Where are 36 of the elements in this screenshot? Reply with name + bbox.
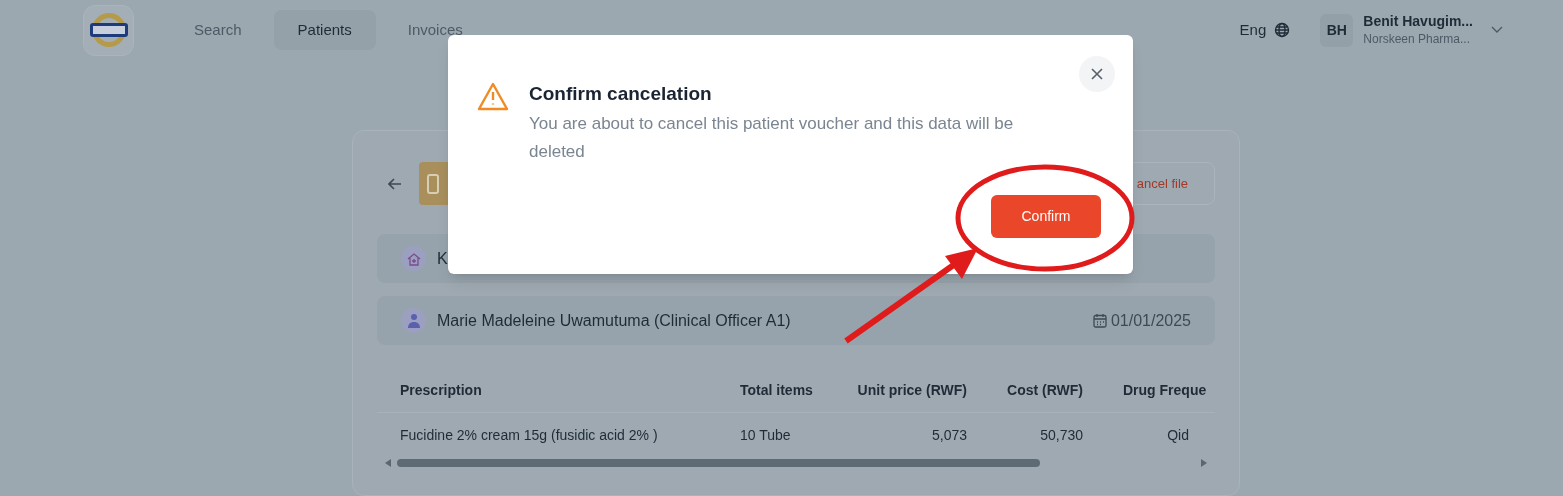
table-cell-text: 5,073: [930, 425, 967, 445]
scroll-left-icon[interactable]: [385, 459, 391, 467]
language-label[interactable]: Eng: [1239, 18, 1267, 42]
confirm-button[interactable]: Confirm: [991, 195, 1101, 238]
calendar-icon: [1092, 313, 1107, 328]
column-header: Drug Freque: [1123, 381, 1207, 400]
info-text: Marie Madeleine Uwamutuma (Clinical Officer A1): [437, 310, 791, 331]
back-arrow-icon[interactable]: [388, 177, 402, 190]
logo-icon[interactable]: [83, 4, 134, 56]
doctor-icon: [401, 308, 426, 333]
info-text: K: [437, 248, 448, 269]
nav-tab[interactable]: Invoices: [383, 10, 487, 50]
warning-icon: [477, 82, 509, 111]
organization-name: Norskeen Pharma...: [1363, 31, 1472, 48]
user-name: Benit Havugim...: [1363, 12, 1473, 30]
table-cell-text: 10 Tube: [740, 425, 792, 445]
table-cell-text: 50,730: [1039, 425, 1083, 445]
hospital-icon: [401, 246, 426, 271]
dialog-message: You are about to cancel this patient voucher and this data will be deleted: [529, 113, 1015, 163]
globe-icon[interactable]: [1274, 22, 1291, 38]
user-avatar[interactable]: BH: [1320, 13, 1354, 47]
column-header: Total items: [740, 381, 814, 400]
dialog-title: Confirm cancelation: [529, 82, 713, 106]
nav-tab[interactable]: Search: [170, 10, 266, 50]
close-button[interactable]: [1079, 56, 1115, 92]
date-text: 01/01/2025: [1110, 310, 1191, 331]
column-header: Cost (RWF): [1006, 381, 1083, 400]
nav-tab[interactable]: Patients: [273, 10, 376, 50]
column-header: Prescription: [400, 381, 483, 400]
column-header: Unit price (RWF): [856, 381, 967, 400]
table-cell-text: Qid: [1166, 425, 1189, 445]
close-icon[interactable]: [1091, 68, 1103, 80]
chevron-down-icon[interactable]: [1491, 26, 1503, 34]
scroll-right-icon[interactable]: [1201, 459, 1207, 467]
table-cell-text: Fucidine 2% cream 15g (fusidic acid 2% ): [400, 425, 659, 445]
scrollbar-thumb[interactable]: [397, 459, 1040, 467]
